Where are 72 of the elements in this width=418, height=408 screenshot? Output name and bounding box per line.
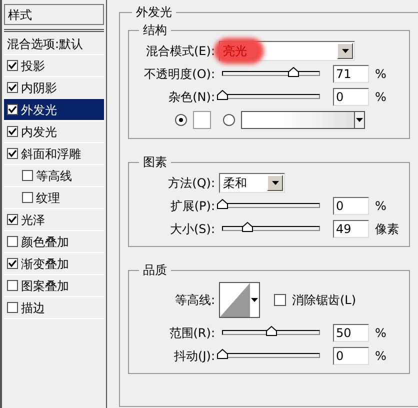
slider[interactable] [219,68,323,80]
slider[interactable] [219,326,323,338]
checkbox[interactable] [7,258,18,269]
slider-thumb[interactable] [217,90,228,100]
style-item[interactable]: 图案叠加 [4,275,104,297]
style-item[interactable]: 光泽 [4,209,104,231]
value-field[interactable]: 0 [333,88,369,106]
radio-button[interactable] [223,114,235,126]
blend-dropdown[interactable]: 柔和 [219,172,285,192]
value-field[interactable]: 0 [333,346,369,364]
highlight-mark [214,38,264,64]
contour-picker[interactable] [219,282,260,318]
style-item[interactable]: 投影 [4,55,104,77]
checkbox[interactable] [274,294,286,306]
checkbox[interactable] [7,214,18,225]
field-label: 等高线: [174,292,216,309]
style-item[interactable]: 外发光 [4,99,104,121]
field-label: 大小(S): [168,220,216,238]
radio-button[interactable] [175,114,187,126]
group-title: 图素 [142,154,168,171]
checkbox[interactable] [7,280,18,291]
slider[interactable] [219,350,323,362]
unit-label: % [375,324,386,342]
unit-label: 像素 [375,220,399,238]
unit-label: % [375,88,386,106]
slider-thumb[interactable] [217,198,228,208]
field-label: 方法(Q): [167,174,216,192]
list-header: 样式 [4,4,104,25]
checkbox[interactable] [22,170,33,181]
checkbox[interactable] [22,192,33,203]
group-title: 结构 [142,22,168,39]
style-item[interactable]: 斜面和浮雕 [4,143,104,165]
slider[interactable] [219,222,323,234]
checkbox[interactable] [7,82,18,93]
style-item[interactable]: 混合选项:默认 [4,33,104,55]
gradient-picker[interactable] [241,111,365,129]
checkbox[interactable] [7,60,18,71]
group-title: 外发光 [135,4,173,21]
slider-thumb[interactable] [288,66,299,76]
checkbox-label: 消除锯齿(L) [292,292,356,309]
style-item[interactable]: 内发光 [4,121,104,143]
checkbox[interactable] [7,302,18,313]
checkbox[interactable] [7,104,18,115]
field-label: 范围(R): [168,324,216,342]
value-field[interactable]: 50 [333,324,369,342]
style-item[interactable]: 描边 [4,297,104,319]
style-item[interactable]: 纹理 [4,187,104,209]
slider-thumb[interactable] [266,326,277,336]
slider[interactable] [219,200,323,212]
color-swatch[interactable] [193,111,211,129]
field-label: 混合模式(E): [145,42,216,60]
field-label: 杂色(N): [168,88,216,106]
slider-thumb[interactable] [242,222,252,232]
checkbox[interactable] [7,148,18,159]
slider-thumb[interactable] [217,348,228,358]
unit-label: % [375,348,386,364]
field-label: 不透明度(O): [143,66,216,82]
contour-curve-icon [220,283,250,317]
field-label: 扩展(P): [169,198,216,214]
unit-label: % [375,66,386,82]
unit-label: % [375,198,386,214]
group-title: 品质 [142,262,168,279]
value-field[interactable]: 49 [333,220,369,238]
value-field[interactable]: 0 [333,196,369,214]
style-item[interactable]: 渐变叠加 [4,253,104,275]
style-item[interactable]: 等高线 [4,165,104,187]
checkbox[interactable] [7,126,18,137]
value-field[interactable]: 71 [333,64,369,82]
field-label: 抖动(J): [173,348,216,364]
slider[interactable] [219,90,323,102]
style-item[interactable]: 颜色叠加 [4,231,104,253]
checkbox[interactable] [7,236,18,247]
